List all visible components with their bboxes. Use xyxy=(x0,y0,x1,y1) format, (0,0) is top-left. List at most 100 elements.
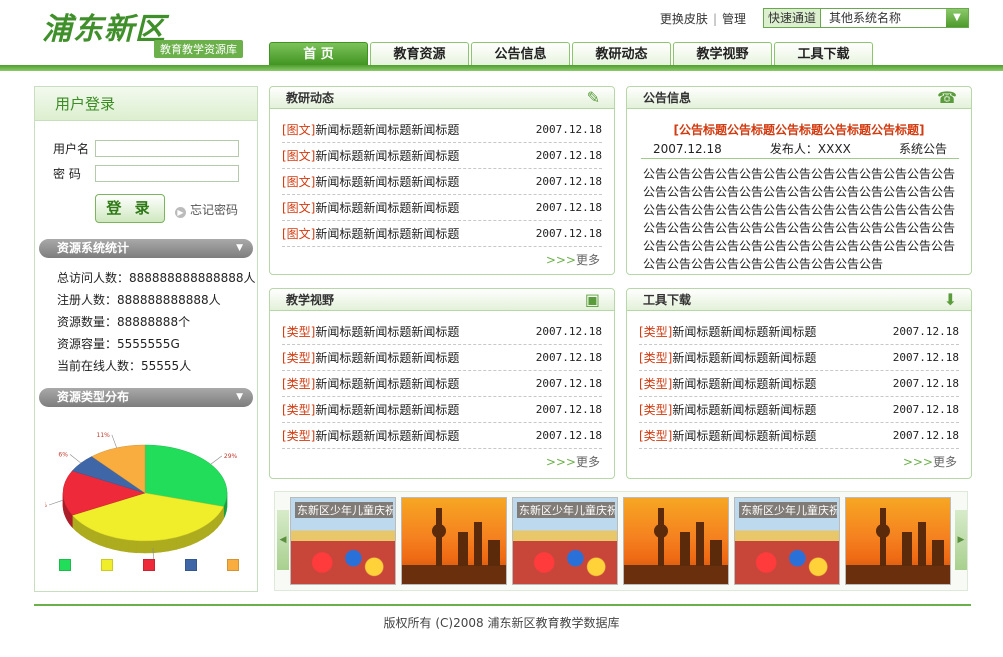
gallery-prev-button[interactable]: ◀ xyxy=(277,510,289,570)
more-arrows-icon: >>> xyxy=(545,253,576,267)
pie-leader-line xyxy=(210,455,223,465)
list-item-title[interactable]: [类型]新闻标题新闻标题新闻标题 xyxy=(639,375,816,392)
gallery-next-button[interactable]: ▶ xyxy=(955,510,967,570)
list-item-title[interactable]: [类型]新闻标题新闻标题新闻标题 xyxy=(639,323,816,340)
research-more-text: 更多 xyxy=(575,253,600,267)
list-item-tag: [类型] xyxy=(639,325,673,339)
vision-more-link[interactable]: >>>更多 xyxy=(546,453,600,470)
pie-leader-line xyxy=(69,454,82,464)
list-item[interactable]: [图文]新闻标题新闻标题新闻标题 2007.12.18 xyxy=(282,169,602,195)
list-item-text: 新闻标题新闻标题新闻标题 xyxy=(315,227,460,241)
list-item-text: 新闻标题新闻标题新闻标题 xyxy=(672,429,817,443)
list-item[interactable]: [类型]新闻标题新闻标题新闻标题 2007.12.18 xyxy=(282,319,602,345)
site-logo[interactable]: 浦东新区 教育教学资源库 xyxy=(42,12,243,58)
gallery-thumb-city[interactable] xyxy=(401,497,507,585)
stats-header[interactable]: 资源系统统计 ▼ xyxy=(39,239,253,258)
list-item-title[interactable]: [图文]新闻标题新闻标题新闻标题 xyxy=(282,199,459,216)
list-item-title[interactable]: [图文]新闻标题新闻标题新闻标题 xyxy=(282,147,459,164)
quick-access-label: 快速通道 xyxy=(764,9,822,27)
list-item-tag: [类型] xyxy=(282,429,316,443)
nav-home[interactable]: 首 页 xyxy=(269,42,368,66)
pie-slice-side xyxy=(168,536,177,552)
notice-body: 公告公告公告公告公告公告公告公告公告公告公告公告公告公告公告公告公告公告公告公告… xyxy=(643,167,956,271)
list-item[interactable]: [类型]新闻标题新闻标题新闻标题 2007.12.18 xyxy=(282,397,602,423)
gallery-thumb-festival[interactable]: 东新区少年儿童庆祝“六一” xyxy=(512,497,618,585)
list-item[interactable]: [类型]新闻标题新闻标题新闻标题 2007.12.18 xyxy=(639,397,959,423)
list-item[interactable]: [类型]新闻标题新闻标题新闻标题 2007.12.18 xyxy=(639,345,959,371)
vision-more-text: 更多 xyxy=(575,455,600,469)
download-icon: ⬇ xyxy=(943,290,957,309)
nav-notices[interactable]: 公告信息 xyxy=(471,42,570,66)
chevron-down-icon[interactable]: ▼ xyxy=(946,9,968,27)
tools-panel-header: 工具下载 ⬇ xyxy=(627,289,971,311)
list-item-text: 新闻标题新闻标题新闻标题 xyxy=(672,377,817,391)
list-item-title[interactable]: [类型]新闻标题新闻标题新闻标题 xyxy=(282,375,459,392)
notice-panel-title: 公告信息 xyxy=(643,91,692,105)
quick-access-select[interactable]: 快速通道 其他系统名称 ▼ xyxy=(763,8,969,28)
legend-swatch xyxy=(59,559,71,571)
stat-total-visits: 总访问人数：888888888888888人 xyxy=(57,271,256,285)
distribution-header[interactable]: 资源类型分布 ▼ xyxy=(39,388,253,407)
list-item[interactable]: [图文]新闻标题新闻标题新闻标题 2007.12.18 xyxy=(282,221,602,247)
password-input[interactable] xyxy=(95,165,239,182)
list-item[interactable]: [图文]新闻标题新闻标题新闻标题 2007.12.18 xyxy=(282,143,602,169)
list-item[interactable]: [类型]新闻标题新闻标题新闻标题 2007.12.18 xyxy=(639,371,959,397)
list-item[interactable]: [图文]新闻标题新闻标题新闻标题 2007.12.18 xyxy=(282,195,602,221)
distribution-title: 资源类型分布 xyxy=(57,390,130,404)
list-item-tag: [类型] xyxy=(282,403,316,417)
forgot-password-link[interactable]: ▶ 忘记密码 xyxy=(175,201,238,218)
research-list: [图文]新闻标题新闻标题新闻标题 2007.12.18 [图文]新闻标题新闻标题新闻… xyxy=(282,117,602,247)
pie-leader-line xyxy=(48,499,64,506)
list-item-title[interactable]: [类型]新闻标题新闻标题新闻标题 xyxy=(282,427,459,444)
pie-slice-side xyxy=(152,539,162,554)
pie-chart-svg: 29%37%15%6%11% xyxy=(34,432,238,571)
legend-swatch xyxy=(227,559,239,571)
list-item[interactable]: [图文]新闻标题新闻标题新闻标题 2007.12.18 xyxy=(282,117,602,143)
gallery-thumb-festival[interactable]: 东新区少年儿童庆祝“六一” xyxy=(734,497,840,585)
login-button[interactable]: 登 录 xyxy=(95,194,165,223)
nav-vision[interactable]: 教学视野 xyxy=(673,42,772,66)
tools-more-link[interactable]: >>>更多 xyxy=(903,453,957,470)
pie-leader-line xyxy=(111,434,117,449)
list-item[interactable]: [类型]新闻标题新闻标题新闻标题 2007.12.18 xyxy=(639,423,959,449)
list-item[interactable]: [类型]新闻标题新闻标题新闻标题 2007.12.18 xyxy=(282,371,602,397)
list-item-title[interactable]: [类型]新闻标题新闻标题新闻标题 xyxy=(282,401,459,418)
photo-gallery: ◀ 东新区少年儿童庆祝“六一” 东新区少年儿童庆祝“六一” 东新区少年儿童庆祝“… xyxy=(274,491,968,591)
change-skin-link[interactable]: 更换皮肤 xyxy=(660,12,708,26)
admin-link[interactable]: 管理 xyxy=(722,12,746,26)
list-item-tag: [图文] xyxy=(282,175,316,189)
tools-more-text: 更多 xyxy=(932,455,957,469)
list-item-text: 新闻标题新闻标题新闻标题 xyxy=(315,325,460,339)
list-item-title[interactable]: [类型]新闻标题新闻标题新闻标题 xyxy=(639,427,816,444)
username-input[interactable] xyxy=(95,140,239,157)
list-item[interactable]: [类型]新闻标题新闻标题新闻标题 2007.12.18 xyxy=(282,345,602,371)
nav-tools[interactable]: 工具下载 xyxy=(774,42,873,66)
nav-research[interactable]: 教研动态 xyxy=(572,42,671,66)
list-item-title[interactable]: [图文]新闻标题新闻标题新闻标题 xyxy=(282,225,459,242)
list-item-tag: [类型] xyxy=(282,325,316,339)
list-item-title[interactable]: [类型]新闻标题新闻标题新闻标题 xyxy=(639,401,816,418)
gallery-thumb-city[interactable] xyxy=(623,497,729,585)
vision-list: [类型]新闻标题新闻标题新闻标题 2007.12.18 [类型]新闻标题新闻标题新闻… xyxy=(282,319,602,449)
notice-headline[interactable]: [公告标题公告标题公告标题公告标题公告标题] xyxy=(627,121,971,138)
pie-slice-side xyxy=(112,536,122,552)
list-item-date: 2007.12.18 xyxy=(892,429,959,442)
nav-resources[interactable]: 教育资源 xyxy=(370,42,469,66)
legend-swatch xyxy=(185,559,197,571)
pie-slice-side xyxy=(105,534,114,550)
list-item-title[interactable]: [类型]新闻标题新闻标题新闻标题 xyxy=(282,349,459,366)
list-item-title[interactable]: [类型]新闻标题新闻标题新闻标题 xyxy=(639,349,816,366)
pie-label: 11% xyxy=(97,432,111,439)
legend-swatch xyxy=(143,559,155,571)
list-item-title[interactable]: [图文]新闻标题新闻标题新闻标题 xyxy=(282,173,459,190)
gallery-thumb-festival[interactable]: 东新区少年儿童庆祝“六一” xyxy=(290,497,396,585)
list-item-date: 2007.12.18 xyxy=(535,403,602,416)
list-item[interactable]: [类型]新闻标题新闻标题新闻标题 2007.12.18 xyxy=(639,319,959,345)
quick-access-value[interactable]: 其他系统名称 xyxy=(821,9,946,27)
list-item-title[interactable]: [图文]新闻标题新闻标题新闻标题 xyxy=(282,121,459,138)
list-item-date: 2007.12.18 xyxy=(535,175,602,188)
list-item[interactable]: [类型]新闻标题新闻标题新闻标题 2007.12.18 xyxy=(282,423,602,449)
list-item-title[interactable]: [类型]新闻标题新闻标题新闻标题 xyxy=(282,323,459,340)
gallery-thumb-city[interactable] xyxy=(845,497,951,585)
research-more-link[interactable]: >>>更多 xyxy=(546,251,600,268)
